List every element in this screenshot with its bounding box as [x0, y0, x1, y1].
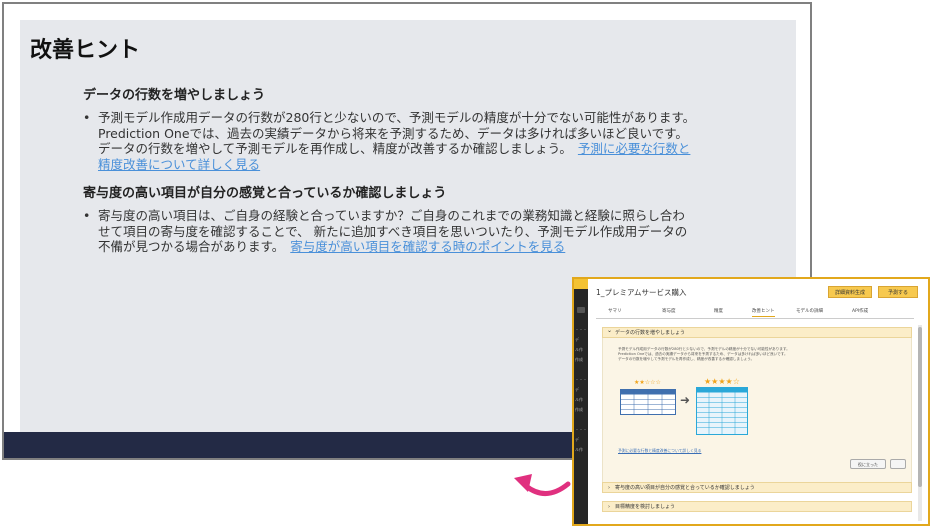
- text-line: 寄与度の高い項目は、ご自身の経験と合っていますか？ご自身のこれまでの業務知識と経…: [98, 208, 685, 223]
- app-screenshot-inset: ・・・ デ ル作 作成 ・・・ デ ル作 作成 ・・・ デ ル作 1_プレミアム…: [572, 277, 930, 526]
- tab-model-details[interactable]: モデルの詳細: [796, 308, 823, 314]
- section-heading-rows: データの行数を増やしましょう: [83, 88, 266, 103]
- sidebar-label: ・・・: [575, 377, 587, 382]
- model-title: 1_プレミアムサービス購入: [596, 288, 687, 297]
- text-line: 不備が見つかる場合があります。 寄与度が高い項目を確認する時のポイントを見る: [98, 239, 743, 255]
- hint-detail-link[interactable]: 予測に必要な行数と精度改善について詳しく見る: [618, 448, 701, 454]
- sidebar-label: デ: [575, 387, 579, 392]
- scrollbar-thumb[interactable]: [918, 327, 922, 487]
- page-title: 改善ヒント: [30, 38, 141, 63]
- sidebar-label: デ: [575, 437, 579, 442]
- text-span: データの行数を増やして予測モデルを再作成し、精度が改善するか確認しましょう。: [98, 141, 572, 156]
- text-line: Prediction Oneでは、過去の実績データから将来を予測するため、データ…: [98, 125, 688, 141]
- tab-api[interactable]: API作成: [852, 308, 868, 314]
- tab-bar: サマリ 寄与度 精度 改善ヒント モデルの詳細 API作成: [596, 306, 914, 319]
- section-heading-contribution: 寄与度の高い項目が自分の感覚と合っているか確認しましょう: [83, 186, 447, 201]
- sidebar-label: ル作: [575, 397, 583, 402]
- predict-button[interactable]: 予測する: [878, 286, 918, 298]
- rating-stars-after: ★★★★☆: [704, 377, 740, 386]
- large-table-icon: [696, 387, 748, 435]
- tab-contribution[interactable]: 寄与度: [662, 308, 676, 314]
- helpful-button[interactable]: 役に立った: [850, 459, 886, 469]
- generate-report-button[interactable]: 詳細資料生成: [828, 286, 872, 298]
- scrollbar[interactable]: [918, 325, 922, 521]
- not-helpful-button[interactable]: [890, 459, 906, 469]
- bullet-contribution: 寄与度の高い項目は、ご自身の経験と合っていますか？ご自身のこれまでの業務知識と経…: [83, 208, 743, 255]
- text-line: 精度改善について詳しく見る: [98, 157, 743, 173]
- sidebar-label: 作成: [575, 357, 583, 362]
- tab-summary[interactable]: サマリ: [608, 308, 622, 314]
- rows-accuracy-link[interactable]: 予測に必要な行数と: [578, 141, 691, 156]
- text-line: せて項目の寄与度を確認することで、 新たに追加すべき項目を思いついたり、予測モデ…: [98, 223, 688, 239]
- app-sidebar: ・・・ デ ル作 作成 ・・・ デ ル作 作成 ・・・ デ ル作: [574, 279, 588, 524]
- sidebar-label: 作成: [575, 407, 583, 412]
- text-line: 予測モデル作成用データの行数が280行と少ないので、予測モデルの精度が十分でない…: [98, 110, 696, 125]
- arrow-right-icon: ➜: [680, 393, 691, 407]
- text-span: 不備が見つかる場合があります。: [98, 239, 285, 254]
- hint-body-line: データの行数を増やして予測モデルを再作成し、精度が改善するか確認しましょう。: [618, 357, 755, 361]
- curved-arrow-icon: [514, 474, 571, 496]
- accordion-contribution[interactable]: 寄与度の高い項目が自分の感覚と合っているか確認しましょう: [602, 482, 912, 493]
- rating-stars-before: ★★☆☆☆: [634, 379, 661, 386]
- sidebar-label: ・・・: [575, 327, 587, 332]
- sidebar-label: デ: [575, 337, 579, 342]
- small-table-icon: [620, 389, 676, 415]
- tab-accuracy[interactable]: 精度: [714, 308, 723, 314]
- text-line: データの行数を増やして予測モデルを再作成し、精度が改善するか確認しましょう。 予測…: [98, 141, 743, 157]
- bullet-rows: 予測モデル作成用データの行数が280行と少ないので、予測モデルの精度が十分でない…: [83, 110, 743, 172]
- rows-accuracy-link-cont[interactable]: 精度改善について詳しく見る: [98, 157, 260, 172]
- accordion-rows-open[interactable]: データの行数を増やしましょう: [602, 326, 912, 338]
- app-logo: [574, 279, 588, 289]
- sidebar-label: ル作: [575, 347, 583, 352]
- sidebar-icon[interactable]: [577, 307, 585, 313]
- contribution-points-link[interactable]: 寄与度が高い項目を確認する時のポイントを見る: [290, 239, 565, 254]
- sidebar-label: ル作: [575, 447, 583, 452]
- sidebar-label: ・・・: [575, 427, 587, 432]
- tab-improvement-hints[interactable]: 改善ヒント: [752, 308, 775, 317]
- accordion-target-accuracy[interactable]: 目標精度を検討しましょう: [602, 501, 912, 512]
